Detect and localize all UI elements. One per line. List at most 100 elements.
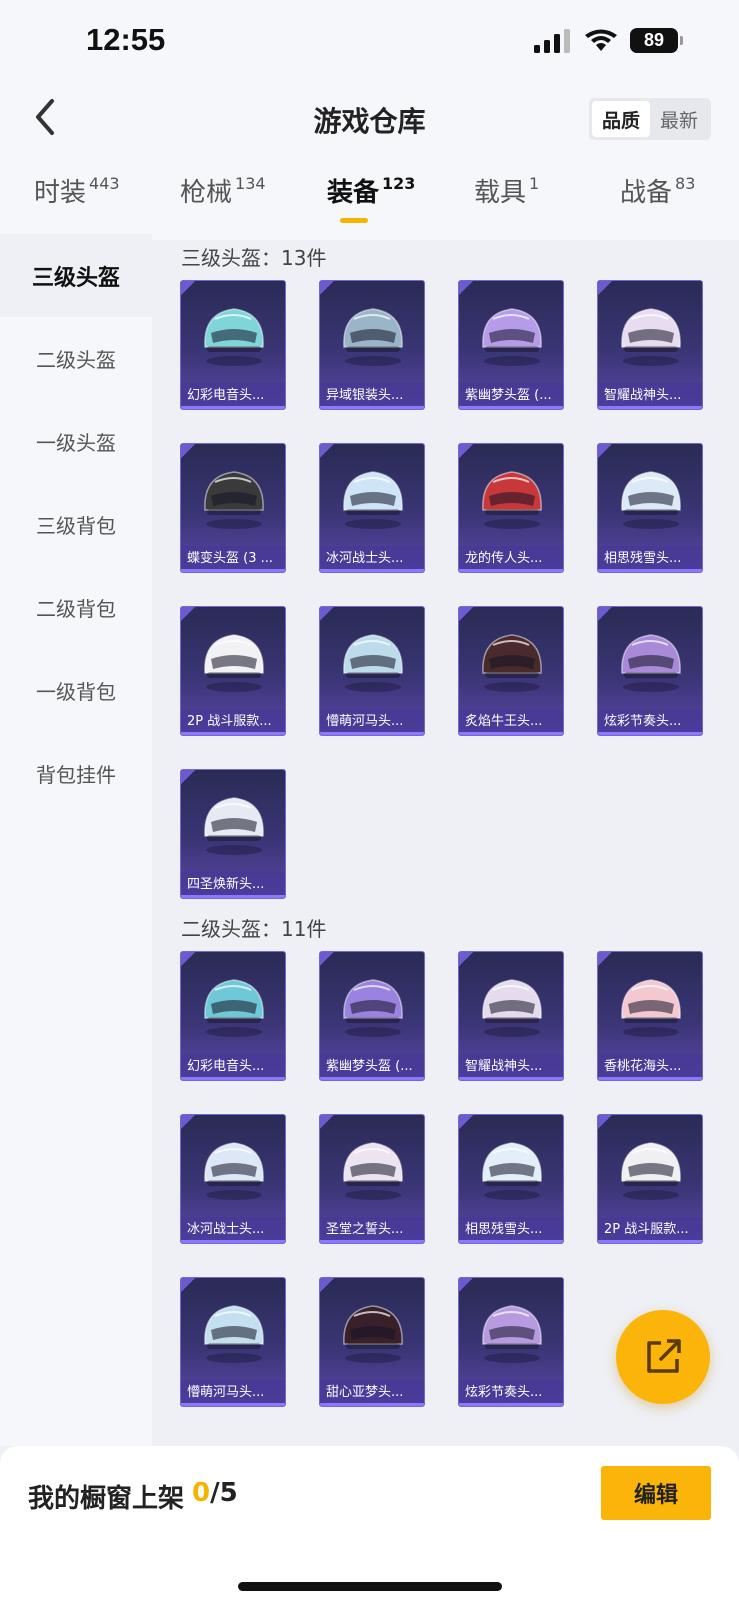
sidebar-item-level2-helmet[interactable]: 二级头盔 — [0, 317, 152, 400]
sidebar-item-backpack-charm[interactable]: 背包挂件 — [0, 732, 152, 815]
item-card[interactable]: 懵萌河马头... — [319, 606, 425, 736]
section-title: 二级头盔：11件 — [181, 917, 327, 941]
signal-icon — [534, 28, 570, 53]
sort-quality-button[interactable]: 品质 — [592, 101, 650, 137]
status-bar: 12:55 89 — [0, 0, 739, 90]
item-card[interactable]: 蝶变头盔 (3 ... — [180, 443, 286, 573]
sidebar-item-level2-backpack[interactable]: 二级背包 — [0, 566, 152, 649]
helmet-icon — [204, 797, 264, 855]
tab-equipment[interactable]: 装备 123 — [327, 172, 415, 209]
item-card[interactable]: 甜心亚梦头... — [319, 1277, 425, 1407]
sidebar-item-level3-backpack[interactable]: 三级背包 — [0, 483, 152, 566]
rarity-bar — [459, 569, 563, 572]
rarity-bar — [459, 1403, 563, 1406]
tab-label: 时装 — [34, 178, 87, 208]
tab-label: 载具 — [474, 178, 527, 208]
helmet-icon — [621, 471, 681, 529]
wifi-icon — [585, 29, 617, 51]
item-card[interactable]: 炫彩节奏头... — [597, 606, 703, 736]
helmet-icon — [343, 1305, 403, 1363]
item-card[interactable]: 智耀战神头... — [458, 951, 564, 1081]
rarity-bar — [598, 569, 702, 572]
item-card[interactable]: 紫幽梦头盔 (... — [319, 951, 425, 1081]
back-button[interactable] — [22, 94, 68, 140]
share-button[interactable] — [616, 1310, 710, 1404]
item-card[interactable]: 四圣焕新头... — [180, 769, 286, 899]
item-card[interactable]: 冰河战士头... — [180, 1114, 286, 1244]
header: 游戏仓库 品质 最新 时装 443 枪械 134 装备 123 载具 1 战备 … — [0, 90, 739, 240]
item-card[interactable]: 炫彩节奏头... — [458, 1277, 564, 1407]
external-link-icon — [647, 1339, 681, 1373]
rarity-bar — [459, 1077, 563, 1080]
item-card[interactable]: 智耀战神头... — [597, 280, 703, 410]
item-card[interactable]: 异域银装头... — [319, 280, 425, 410]
edit-button[interactable]: 编辑 — [601, 1466, 711, 1520]
helmet-icon — [343, 979, 403, 1037]
sidebar-item-level1-helmet[interactable]: 一级头盔 — [0, 400, 152, 483]
rarity-bar — [181, 1240, 285, 1243]
sidebar-item-level3-helmet[interactable]: 三级头盔 — [0, 234, 152, 317]
helmet-icon — [204, 308, 264, 366]
item-card[interactable]: 懵萌河马头... — [180, 1277, 286, 1407]
tab-gear[interactable]: 战备 83 — [620, 172, 695, 209]
battery-icon: 89 — [630, 28, 683, 53]
helmet-icon — [343, 634, 403, 692]
item-card[interactable]: 圣堂之誓头... — [319, 1114, 425, 1244]
rarity-bar — [459, 1240, 563, 1243]
showcase-total-count: /5 — [210, 1478, 238, 1508]
item-card[interactable]: 幻彩电音头... — [180, 951, 286, 1081]
item-card[interactable]: 2P 战斗服款... — [180, 606, 286, 736]
helmet-icon — [482, 1305, 542, 1363]
item-card[interactable]: 幻彩电音头... — [180, 280, 286, 410]
item-card[interactable]: 炙焰牛王头... — [458, 606, 564, 736]
showcase-current-count: 0 — [192, 1478, 211, 1508]
rarity-bar — [320, 406, 424, 409]
tab-count: 134 — [235, 174, 266, 193]
item-card[interactable]: 紫幽梦头盔 (... — [458, 280, 564, 410]
tab-vehicles[interactable]: 载具 1 — [474, 172, 539, 209]
item-grid: 三级头盔：13件幻彩电音头... 异域银装头... 紫幽梦头盔 (... 智耀战神头.… — [152, 234, 739, 1446]
clock: 12:55 — [86, 22, 166, 57]
helmet-icon — [204, 1305, 264, 1363]
item-card[interactable]: 2P 战斗服款... — [597, 1114, 703, 1244]
item-card[interactable]: 龙的传人头... — [458, 443, 564, 573]
helmet-icon — [204, 1142, 264, 1200]
rarity-bar — [598, 1077, 702, 1080]
tab-label: 装备 — [327, 178, 380, 208]
rarity-bar — [181, 569, 285, 572]
item-card[interactable]: 冰河战士头... — [319, 443, 425, 573]
home-indicator — [238, 1582, 502, 1591]
rarity-bar — [320, 569, 424, 572]
rarity-bar — [181, 406, 285, 409]
battery-level: 89 — [630, 28, 678, 53]
status-icons: 89 — [534, 28, 683, 53]
sidebar-item-level1-backpack[interactable]: 一级背包 — [0, 649, 152, 732]
tab-count: 443 — [89, 174, 120, 193]
helmet-icon — [343, 1142, 403, 1200]
helmet-icon — [621, 308, 681, 366]
tab-count: 123 — [382, 174, 416, 193]
item-card[interactable]: 相思残雪头... — [597, 443, 703, 573]
sort-toggle: 品质 最新 — [589, 98, 711, 140]
chevron-left-icon — [36, 99, 54, 135]
helmet-icon — [343, 471, 403, 529]
helmet-icon — [482, 634, 542, 692]
helmet-icon — [204, 979, 264, 1037]
helmet-icon — [482, 308, 542, 366]
item-card[interactable]: 相思残雪头... — [458, 1114, 564, 1244]
tab-guns[interactable]: 枪械 134 — [180, 172, 266, 209]
rarity-bar — [181, 1077, 285, 1080]
tab-label: 枪械 — [180, 178, 233, 208]
rarity-bar — [181, 895, 285, 898]
tab-fashion[interactable]: 时装 443 — [34, 172, 120, 209]
sort-latest-button[interactable]: 最新 — [650, 101, 708, 137]
bottom-bar: 我的橱窗上架 0 /5 编辑 — [0, 1446, 739, 1600]
item-card[interactable]: 香桃花海头... — [597, 951, 703, 1081]
helmet-icon — [621, 979, 681, 1037]
helmet-icon — [204, 634, 264, 692]
helmet-icon — [621, 634, 681, 692]
section-title: 三级头盔：13件 — [181, 246, 327, 270]
rarity-bar — [181, 732, 285, 735]
rarity-bar — [598, 1240, 702, 1243]
helmet-icon — [621, 1142, 681, 1200]
